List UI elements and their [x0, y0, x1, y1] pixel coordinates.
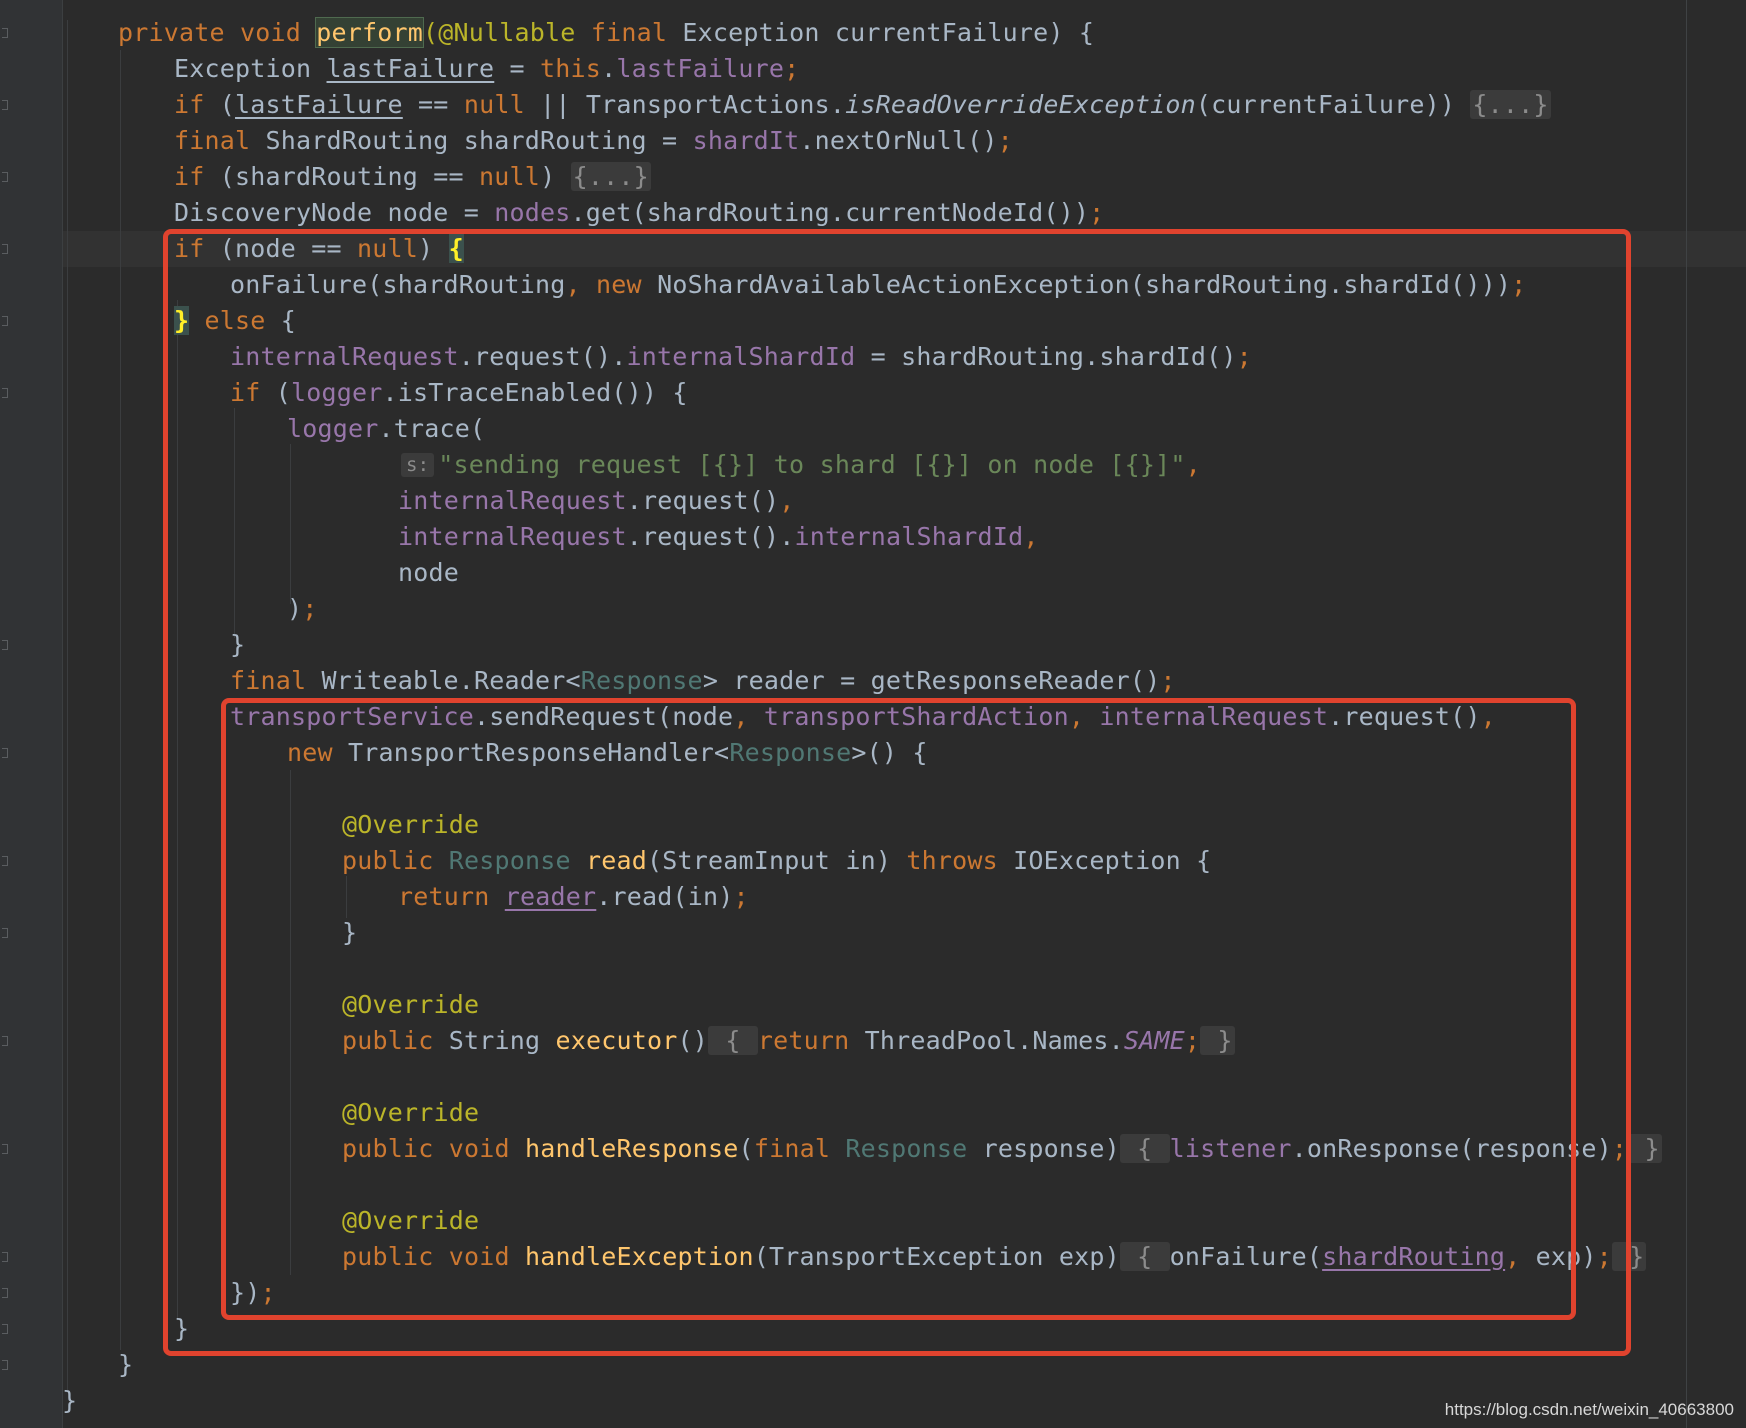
- code-token: lastFailure: [235, 90, 403, 119]
- folded-block[interactable]: {...}: [570, 162, 651, 191]
- fold-marker[interactable]: [2, 640, 8, 650]
- code-token: final: [590, 18, 683, 47]
- code-token: final: [174, 126, 266, 155]
- code-token: .: [601, 54, 617, 83]
- indent-guide: [67, 20, 68, 1390]
- fold-marker[interactable]: [2, 100, 8, 110]
- code-token: isReadOverrideException: [845, 90, 1196, 119]
- folded-block[interactable]: {...}: [1470, 90, 1551, 119]
- code-line[interactable]: if (lastFailure == null || TransportActi…: [174, 87, 1551, 123]
- code-line[interactable]: final ShardRouting shardRouting = shardI…: [174, 123, 1013, 159]
- fold-marker[interactable]: [2, 388, 8, 398]
- code-token: ;: [1089, 198, 1105, 227]
- fold-marker[interactable]: [2, 1288, 8, 1298]
- folded-block[interactable]: }: [1627, 1134, 1662, 1163]
- fold-marker[interactable]: [2, 1360, 8, 1370]
- code-token: (currentFailure)): [1195, 90, 1471, 119]
- code-token: (: [219, 90, 236, 119]
- code-token: ShardRouting shardRouting =: [265, 126, 693, 155]
- watermark-url: https://blog.csdn.net/weixin_40663800: [1444, 1400, 1734, 1419]
- code-token: || TransportActions.: [524, 90, 846, 119]
- code-token: .nextOrNull(): [799, 126, 998, 155]
- fold-marker[interactable]: [2, 1252, 8, 1262]
- code-editor[interactable]: private void perform(@Nullable final Exc…: [0, 0, 1746, 1428]
- code-line[interactable]: DiscoveryNode node = nodes.get(shardRout…: [174, 195, 1104, 231]
- code-token: nodes: [494, 198, 571, 227]
- indent-guide: [120, 50, 121, 1350]
- code-token: }: [62, 1386, 78, 1415]
- code-token: lastFailure: [326, 54, 495, 83]
- code-token: (@Nullable: [423, 18, 591, 47]
- code-token: }: [118, 1350, 134, 1379]
- fold-marker[interactable]: [2, 856, 8, 866]
- code-token: if: [174, 162, 220, 191]
- fold-marker[interactable]: [2, 1144, 8, 1154]
- code-token: Exception: [174, 54, 327, 83]
- code-token: shardIt: [692, 126, 800, 155]
- code-token: this: [540, 54, 602, 83]
- fold-marker[interactable]: [2, 244, 8, 254]
- code-token: ==: [402, 90, 464, 119]
- code-token: =: [494, 54, 541, 83]
- fold-marker[interactable]: [2, 1324, 8, 1334]
- code-line[interactable]: if (shardRouting == null) {...}: [174, 159, 651, 195]
- code-line[interactable]: Exception lastFailure = this.lastFailure…: [174, 51, 799, 87]
- line-gutter[interactable]: [0, 0, 63, 1428]
- code-token: ;: [784, 54, 800, 83]
- code-token: ): [540, 162, 571, 191]
- code-line[interactable]: }: [62, 1383, 77, 1419]
- code-token: if: [174, 90, 220, 119]
- code-token: ;: [997, 126, 1013, 155]
- code-token: DiscoveryNode node =: [174, 198, 495, 227]
- fold-marker[interactable]: [2, 748, 8, 758]
- code-token: null: [479, 162, 541, 191]
- code-line[interactable]: }: [118, 1347, 133, 1383]
- code-token: (shardRouting ==: [219, 162, 480, 191]
- fold-marker[interactable]: [2, 172, 8, 182]
- inner-highlight-box: [221, 698, 1576, 1320]
- right-margin-guide: [1686, 0, 1687, 1428]
- fold-marker[interactable]: [2, 28, 8, 38]
- code-token: lastFailure: [616, 54, 785, 83]
- code-token: private void: [118, 18, 317, 47]
- fold-marker[interactable]: [2, 928, 8, 938]
- code-line[interactable]: private void perform(@Nullable final Exc…: [118, 15, 1094, 51]
- fold-marker[interactable]: [2, 1036, 8, 1046]
- code-token: Exception currentFailure) {: [682, 18, 1095, 47]
- method-name-highlight: perform: [315, 17, 425, 48]
- code-token: null: [463, 90, 525, 119]
- fold-marker[interactable]: [2, 316, 8, 326]
- code-token: .get(shardRouting.currentNodeId()): [570, 198, 1090, 227]
